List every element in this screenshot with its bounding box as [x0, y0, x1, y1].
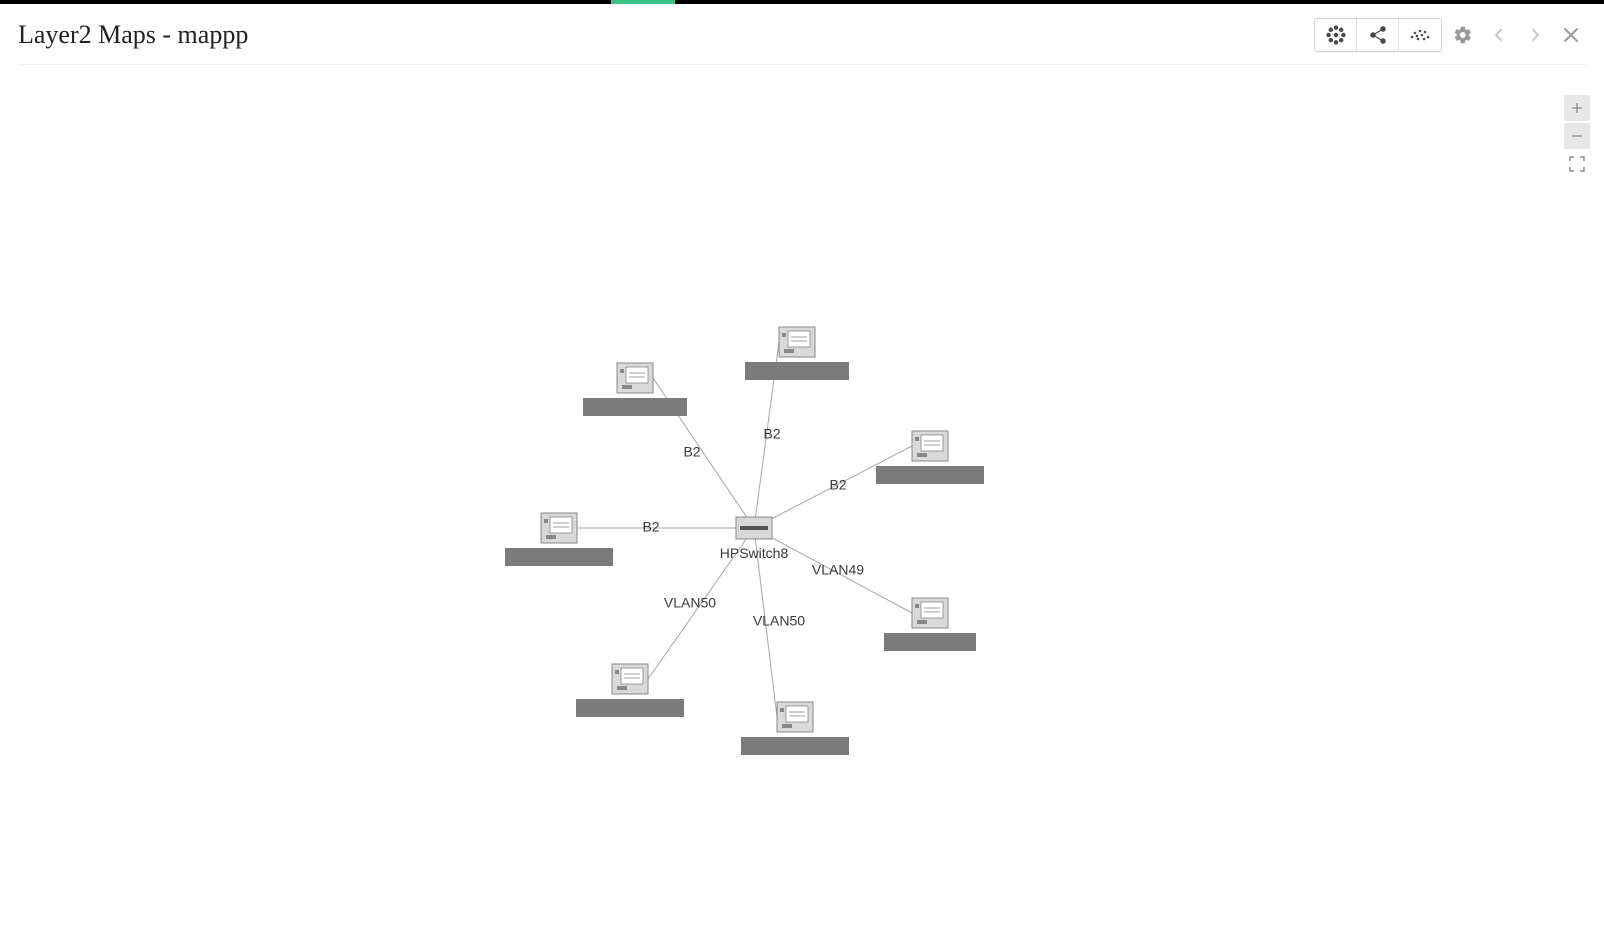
prev-button[interactable] — [1484, 19, 1514, 51]
device-node[interactable] — [884, 598, 976, 651]
device-node[interactable] — [505, 513, 613, 566]
layout-radial-button[interactable] — [1315, 19, 1357, 51]
switch-node[interactable]: HPSwitch8 — [720, 517, 789, 561]
device-label-bar — [741, 737, 849, 755]
link-label: B2 — [829, 477, 846, 493]
close-button[interactable] — [1556, 19, 1586, 51]
device-label-bar — [745, 362, 849, 380]
map-canvas[interactable]: B2 B2 B2 B2 VLAN49 VLAN50 VLAN50 HPSwitch8 — [0, 65, 1604, 925]
link-label: B2 — [642, 519, 659, 535]
next-button[interactable] — [1520, 19, 1550, 51]
device-label-bar — [876, 466, 984, 484]
device-node[interactable] — [876, 431, 984, 484]
close-icon — [1563, 27, 1579, 43]
zoom-in-button[interactable] — [1564, 95, 1590, 121]
fullscreen-icon — [1569, 156, 1585, 172]
layout-button-group — [1314, 18, 1442, 52]
plus-icon — [1571, 102, 1583, 114]
device-label-bar — [583, 398, 687, 416]
map-controls — [1564, 95, 1590, 177]
link-label: VLAN50 — [753, 613, 805, 629]
device-node[interactable] — [583, 363, 687, 416]
asterisk-icon — [1326, 25, 1346, 45]
device-label-bar — [505, 548, 613, 566]
scatter-icon — [1408, 27, 1432, 43]
fullscreen-button[interactable] — [1564, 151, 1590, 177]
page-header: Layer2 Maps - mappp — [0, 4, 1604, 62]
zoom-out-button[interactable] — [1564, 123, 1590, 149]
link-label: VLAN49 — [812, 562, 864, 578]
gear-icon — [1453, 25, 1473, 45]
layout-cloud-button[interactable] — [1399, 19, 1441, 51]
share-tree-icon — [1368, 25, 1388, 45]
header-toolbar — [1314, 18, 1586, 52]
switch-label: HPSwitch8 — [720, 545, 789, 561]
settings-button[interactable] — [1448, 19, 1478, 51]
device-node[interactable] — [741, 702, 849, 755]
chevron-left-icon — [1492, 28, 1506, 42]
device-node[interactable] — [745, 327, 849, 380]
device-node[interactable] — [576, 664, 684, 717]
device-label-bar — [576, 699, 684, 717]
device-label-bar — [884, 633, 976, 651]
page-title: Layer2 Maps - mappp — [18, 20, 248, 50]
chevron-right-icon — [1528, 28, 1542, 42]
link-label: VLAN50 — [664, 595, 716, 611]
minus-icon — [1571, 130, 1583, 142]
link-label: B2 — [763, 426, 780, 442]
layout-tree-button[interactable] — [1357, 19, 1399, 51]
link-label: B2 — [683, 444, 700, 460]
network-diagram: B2 B2 B2 B2 VLAN49 VLAN50 VLAN50 HPSwitch8 — [0, 65, 1604, 925]
